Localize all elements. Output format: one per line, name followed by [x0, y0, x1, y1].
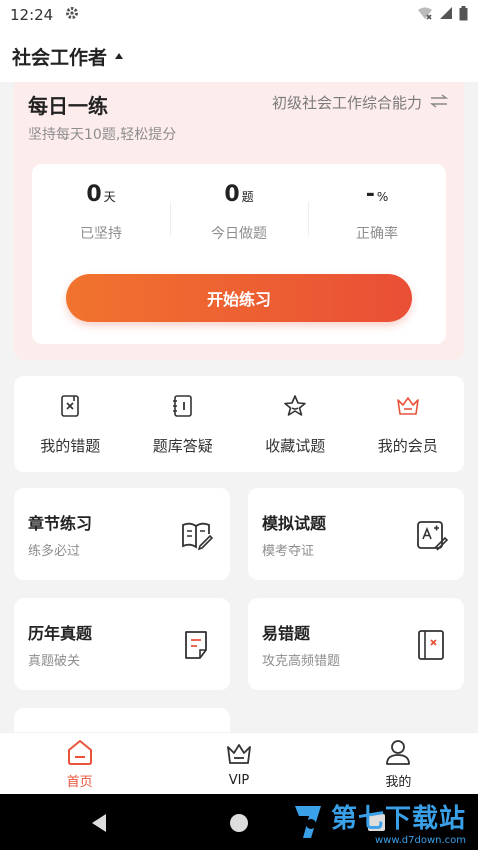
stat-label: 今日做题 — [211, 226, 267, 242]
stat-label: 正确率 — [356, 226, 398, 242]
quick-label: 我的错题 — [40, 436, 101, 455]
stat-unit: 天 — [103, 190, 116, 204]
tab-label: 首页 — [66, 775, 93, 790]
wrong-questions-icon — [57, 393, 83, 423]
user-icon — [386, 740, 411, 765]
card-past-exams[interactable]: 历年真题 真题破关 — [14, 598, 230, 690]
quick-membership[interactable]: 我的会员 — [352, 376, 465, 472]
card-mock-exam[interactable]: 模拟试题 模考夺证 — [248, 488, 464, 580]
quick-label: 题库答疑 — [152, 436, 213, 455]
card-title: 模拟试题 — [262, 514, 327, 533]
card-error-prone[interactable]: 易错题 攻克高频错题 — [248, 598, 464, 690]
caret-down-icon[interactable] — [115, 53, 124, 59]
card-subtitle: 练多必过 — [28, 544, 81, 559]
stat-label: 已坚持 — [80, 226, 122, 242]
card-subtitle: 真题破关 — [28, 654, 81, 669]
exam-selector[interactable]: 社会工作者 — [12, 43, 107, 70]
document-icon — [185, 631, 207, 659]
system-nav-bar: 第七下载站 www.d7down.com — [0, 794, 478, 850]
stat-unit: 题 — [241, 190, 254, 204]
subject-label: 初级社会工作综合能力 — [271, 94, 422, 112]
card-title: 历年真题 — [28, 624, 93, 643]
tab-label: VIP — [228, 773, 250, 788]
bottom-tab-bar: 首页 VIP 我的 — [0, 732, 478, 794]
stat-value: - — [365, 182, 375, 207]
wrong-book-icon — [418, 630, 444, 660]
quick-question-bank[interactable]: 题库答疑 — [127, 376, 240, 472]
start-practice-button[interactable]: 开始练习 — [66, 274, 412, 322]
watermark-url: www.d7down.com — [374, 835, 466, 846]
card-subtitle: 攻克高频错题 — [262, 654, 341, 669]
daily-practice-panel: 每日一练 坚持每天10题,轻松提分 初级社会工作综合能力 0天 已坚持 0题 今… — [14, 82, 464, 360]
watermark-logo-icon — [294, 806, 321, 838]
subject-switch[interactable]: 初级社会工作综合能力 — [271, 92, 449, 113]
app-header: 社会工作者 — [0, 30, 478, 82]
daily-title: 每日一练 — [28, 94, 108, 118]
quick-label: 收藏试题 — [265, 436, 326, 455]
swap-icon — [429, 93, 449, 112]
battery-icon — [459, 5, 468, 25]
quick-wrong-questions[interactable]: 我的错题 — [14, 376, 127, 472]
home-content[interactable]: 每日一练 坚持每天10题,轻松提分 初级社会工作综合能力 0天 已坚持 0题 今… — [0, 82, 478, 732]
daily-subtitle: 坚持每天10题,轻松提分 — [28, 127, 177, 143]
book-edit-icon — [182, 522, 214, 551]
signal-icon — [439, 6, 453, 24]
card-chapter-practice[interactable]: 章节练习 练多必过 — [14, 488, 230, 580]
tab-vip[interactable]: VIP — [159, 733, 318, 794]
partial-card — [14, 708, 230, 732]
stats-card: 0天 已坚持 0题 今日做题 -% 正确率 开始练习 — [32, 164, 446, 344]
star-icon — [282, 393, 308, 423]
status-time: 12:24 — [10, 6, 54, 24]
tab-label: 我的 — [385, 775, 412, 790]
quick-actions: 我的错题 题库答疑 收藏试题 我的会员 — [14, 376, 464, 472]
status-bar: 12:24 — [0, 0, 478, 30]
stat-value: 0 — [224, 182, 240, 207]
wifi-icon — [417, 6, 433, 24]
tab-home[interactable]: 首页 — [0, 733, 159, 794]
stat-unit: % — [376, 190, 389, 204]
card-subtitle: 模考夺证 — [262, 544, 315, 559]
stat-streak: 0天 已坚持 — [32, 182, 170, 243]
crown-icon — [227, 744, 251, 764]
crown-icon — [395, 393, 421, 423]
quick-label: 我的会员 — [377, 436, 438, 455]
watermark-text: 第七下载站 — [330, 804, 466, 834]
home-icon — [67, 740, 92, 765]
stat-value: 0 — [86, 182, 102, 207]
watermark: 第七下载站 www.d7down.com — [291, 798, 466, 846]
card-title: 章节练习 — [28, 514, 93, 533]
grade-edit-icon — [417, 521, 448, 551]
quick-favorites[interactable]: 收藏试题 — [239, 376, 352, 472]
stat-accuracy: -% 正确率 — [308, 182, 446, 243]
settings-icon — [65, 6, 79, 24]
card-title: 易错题 — [262, 624, 311, 643]
back-icon[interactable] — [92, 814, 106, 832]
tab-mine[interactable]: 我的 — [319, 733, 478, 794]
home-button-icon[interactable] — [230, 814, 248, 832]
question-bank-icon — [170, 393, 196, 423]
stat-today: 0题 今日做题 — [170, 182, 308, 243]
